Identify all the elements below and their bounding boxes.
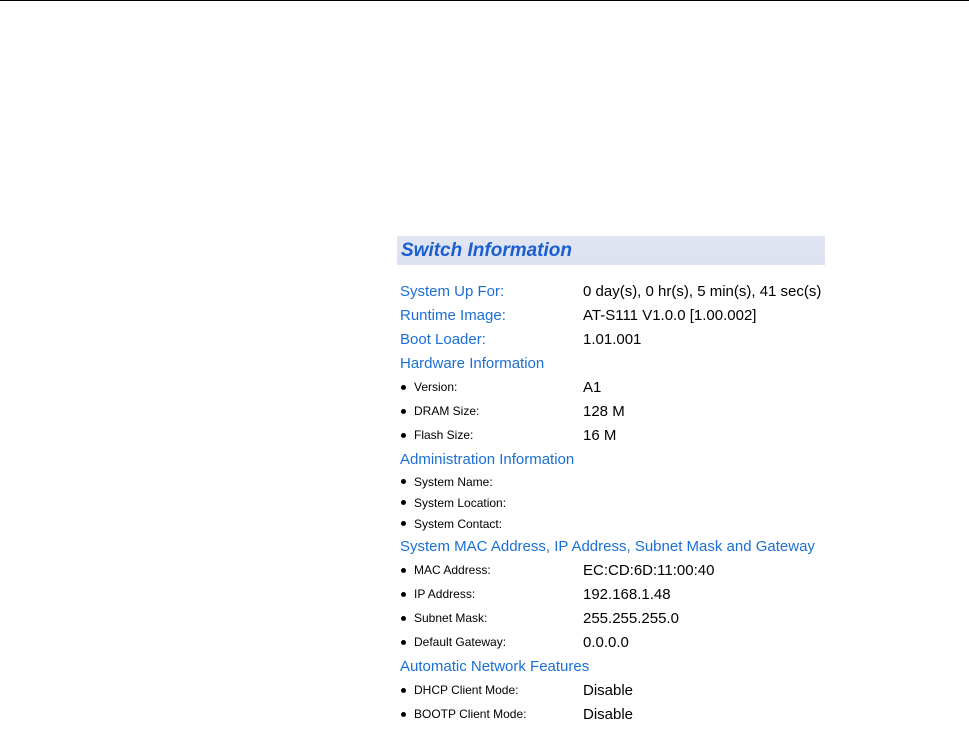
list-item: MAC Address: EC:CD:6D:11:00:40 — [397, 558, 825, 582]
hardware-version-value: A1 — [583, 378, 602, 396]
list-item: System Location: — [397, 492, 825, 513]
mac-address-value: EC:CD:6D:11:00:40 — [583, 561, 715, 579]
ip-address-value: 192.168.1.48 — [583, 585, 671, 603]
page: Switch Information System Up For: 0 day(… — [0, 0, 969, 729]
bullet-icon — [401, 687, 406, 693]
mac-address-label: MAC Address: — [414, 563, 491, 577]
bullet-icon — [401, 384, 406, 390]
dram-size-label: DRAM Size: — [414, 404, 480, 418]
network-section-heading-row: System MAC Address, IP Address, Subnet M… — [397, 534, 825, 558]
bullet-icon — [401, 521, 406, 526]
bullet-icon — [401, 479, 406, 484]
hardware-section-heading: Hardware Information — [400, 354, 545, 372]
list-item: Default Gateway: 0.0.0.0 — [397, 630, 825, 654]
boot-loader-label: Boot Loader: — [400, 330, 486, 348]
bullet-icon — [401, 591, 406, 597]
list-item: BOOTP Client Mode: Disable — [397, 702, 825, 726]
bullet-icon — [401, 432, 406, 438]
subnet-mask-value: 255.255.255.0 — [583, 609, 679, 627]
panel-title-bar: Switch Information — [397, 236, 825, 265]
switch-information-panel: Switch Information System Up For: 0 day(… — [397, 236, 825, 726]
runtime-image-label: Runtime Image: — [400, 306, 506, 324]
system-name-label: System Name: — [414, 474, 493, 489]
bullet-icon — [401, 711, 406, 717]
bootp-client-mode-label: BOOTP Client Mode: — [414, 707, 527, 721]
uptime-value: 0 day(s), 0 hr(s), 5 min(s), 41 sec(s) — [583, 282, 822, 300]
summary-row-boot-loader: Boot Loader: 1.01.001 — [397, 327, 825, 351]
list-item: System Contact: — [397, 513, 825, 534]
summary-row-runtime-image: Runtime Image: AT-S111 V1.0.0 [1.00.002] — [397, 303, 825, 327]
features-section-heading-row: Automatic Network Features — [397, 654, 825, 678]
system-location-label: System Location: — [414, 495, 507, 510]
subnet-mask-label: Subnet Mask: — [414, 611, 488, 625]
network-section-heading: System MAC Address, IP Address, Subnet M… — [400, 537, 815, 555]
administration-section-heading: Administration Information — [400, 450, 575, 468]
runtime-image-value: AT-S111 V1.0.0 [1.00.002] — [583, 306, 757, 324]
dhcp-client-mode-value: Disable — [583, 681, 634, 699]
dram-size-value: 128 M — [583, 402, 625, 420]
boot-loader-value: 1.01.001 — [583, 330, 642, 348]
hardware-version-label: Version: — [414, 380, 458, 394]
dhcp-client-mode-label: DHCP Client Mode: — [414, 683, 519, 697]
ip-address-label: IP Address: — [414, 587, 476, 601]
flash-size-value: 16 M — [583, 426, 617, 444]
hardware-section-heading-row: Hardware Information — [397, 351, 825, 375]
list-item: Version: A1 — [397, 375, 825, 399]
default-gateway-value: 0.0.0.0 — [583, 633, 629, 651]
top-divider — [0, 0, 969, 1]
bullet-icon — [401, 500, 406, 505]
bullet-icon — [401, 567, 406, 573]
list-item: Subnet Mask: 255.255.255.0 — [397, 606, 825, 630]
default-gateway-label: Default Gateway: — [414, 635, 507, 649]
features-section-heading: Automatic Network Features — [400, 657, 590, 675]
uptime-label: System Up For: — [400, 282, 505, 300]
administration-section-heading-row: Administration Information — [397, 447, 825, 471]
system-contact-label: System Contact: — [414, 516, 503, 531]
bullet-icon — [401, 639, 406, 645]
bootp-client-mode-value: Disable — [583, 705, 634, 723]
list-item: Flash Size: 16 M — [397, 423, 825, 447]
list-item: System Name: — [397, 471, 825, 492]
summary-row-uptime: System Up For: 0 day(s), 0 hr(s), 5 min(… — [397, 279, 825, 303]
list-item: DHCP Client Mode: Disable — [397, 678, 825, 702]
info-rows: System Up For: 0 day(s), 0 hr(s), 5 min(… — [397, 279, 825, 726]
list-item: IP Address: 192.168.1.48 — [397, 582, 825, 606]
bullet-icon — [401, 615, 406, 621]
flash-size-label: Flash Size: — [414, 428, 474, 442]
list-item: DRAM Size: 128 M — [397, 399, 825, 423]
bullet-icon — [401, 408, 406, 414]
panel-title: Switch Information — [401, 239, 572, 261]
